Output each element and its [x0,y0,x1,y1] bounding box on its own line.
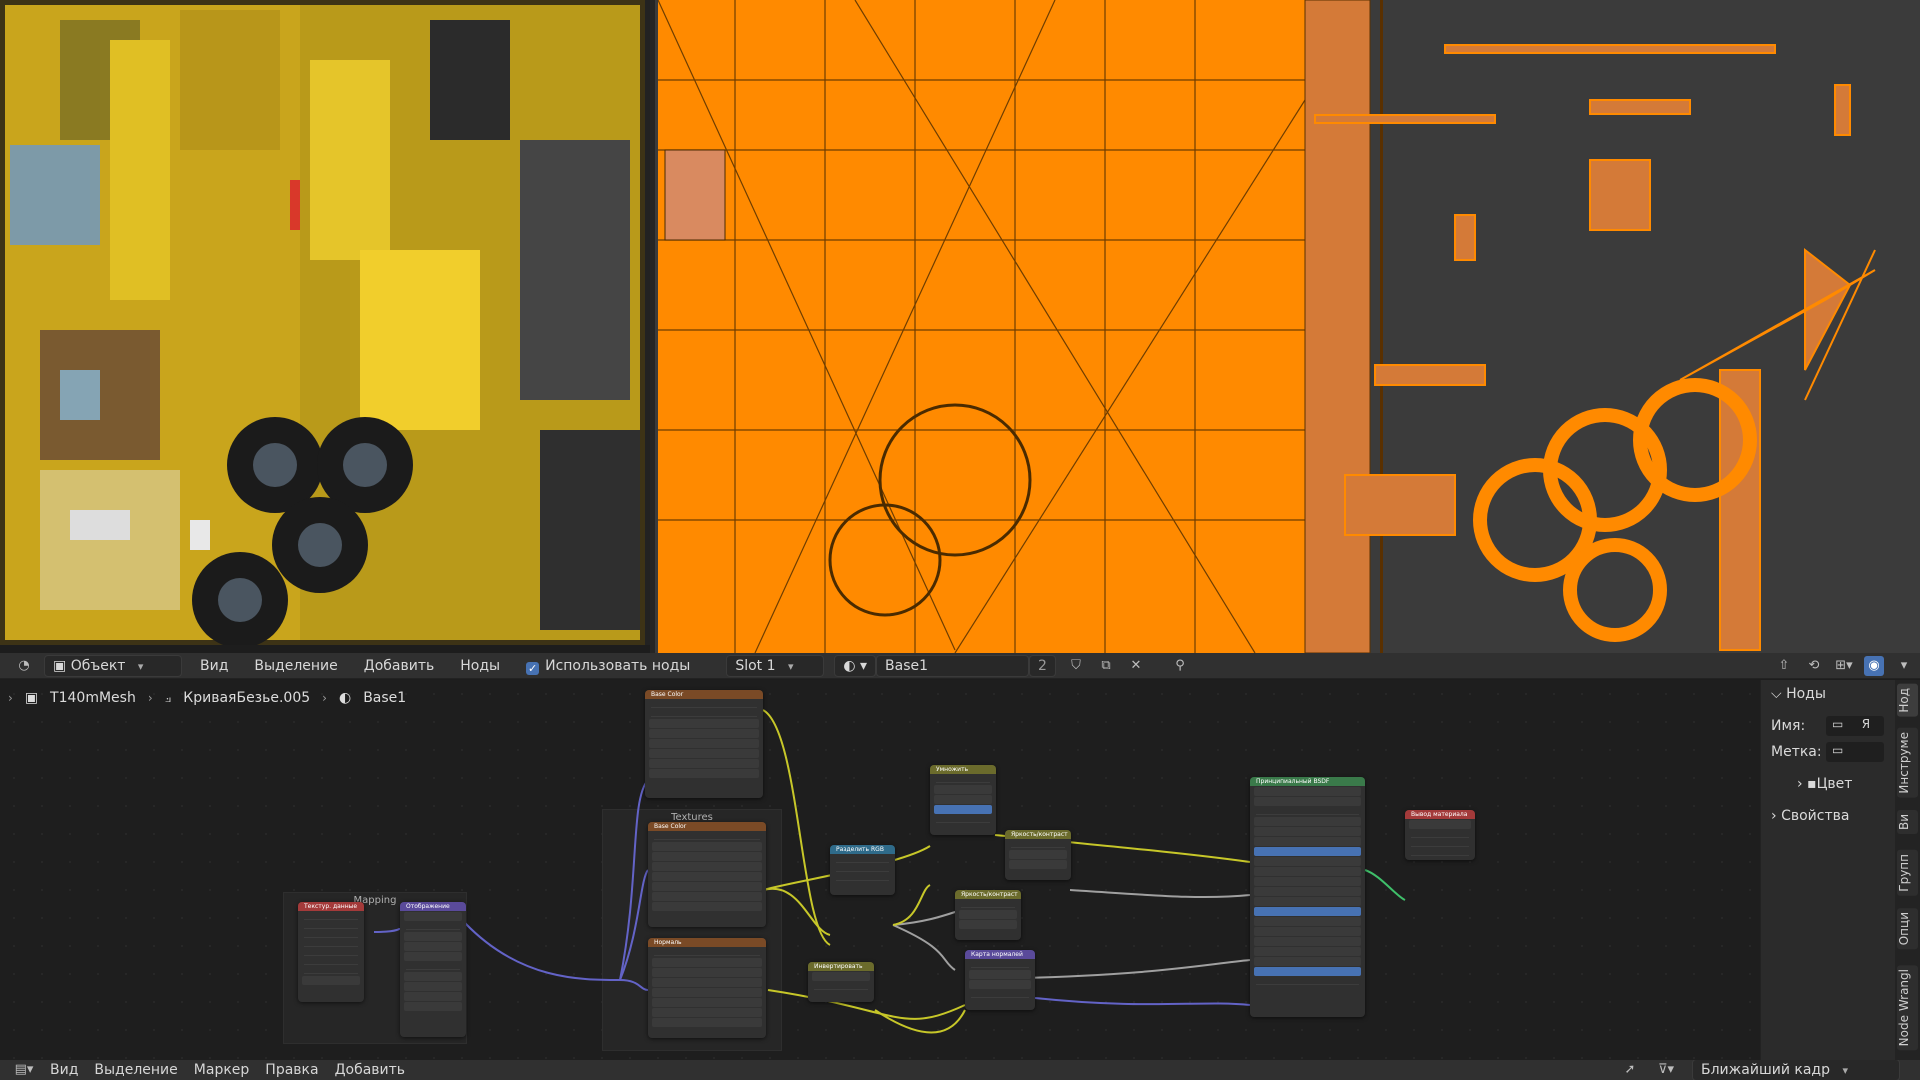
texture-image-view[interactable] [0,0,655,645]
pin-icon[interactable]: ⚲ [1170,656,1190,676]
fake-user-shield-icon[interactable]: ⛉ [1066,656,1086,676]
bottom-menu-marker[interactable]: Маркер [194,1062,250,1078]
interpolation-dropdown[interactable]: Ближайший кадр [1692,1060,1900,1080]
editor-type-icon[interactable]: ▤▾ [14,1060,34,1080]
node-texture-coordinate[interactable]: Текстур. данные [298,902,364,1002]
sidebar-tabs: Нод Инструме Ви Групп Опци Node Wrangl [1895,680,1920,1060]
menu-add[interactable]: Добавить [356,656,442,676]
overlay-icon[interactable]: ◉ [1864,655,1884,676]
node-material-output[interactable]: Вывод материала [1405,810,1475,860]
panel-node[interactable]: ⌵ Ноды [1771,686,1826,702]
unlink-close-icon[interactable]: ✕ [1126,656,1146,676]
chevron-right-icon: › [1771,808,1782,824]
backdrop-icon[interactable]: ⟲ [1804,656,1824,676]
node-header: Текстур. данные [298,902,364,911]
tab-view[interactable]: Ви [1897,810,1918,835]
material-name-field[interactable]: Base1 [876,654,1030,677]
tab-node-wrangler[interactable]: Node Wrangl [1897,965,1918,1051]
node-header: Принципиальный BSDF [1250,777,1365,786]
menu-nodes[interactable]: Ноды [452,656,508,676]
name-label: Имя: [1771,718,1806,734]
node-icon: ▭ [1832,743,1844,757]
editor-type-icon[interactable]: ◔ [14,656,34,676]
node-header: Разделить RGB [830,845,895,854]
select-cursor-icon[interactable]: ➚ [1620,1060,1640,1080]
chevron-down-icon: ⌵ [1771,686,1787,702]
node-invert[interactable]: Инвертировать [808,962,874,1002]
uv-islands [655,0,1920,653]
node-header: Нормаль [648,938,766,947]
mode-dropdown[interactable]: ▣ Объект [44,654,182,677]
name-field[interactable]: ▭ Я [1826,716,1884,736]
menu-select[interactable]: Выделение [246,656,345,676]
node-principled-bsdf[interactable]: Принципиальный BSDF [1250,777,1365,1017]
uv-editor-view[interactable] [655,0,1920,653]
node-base-color-top[interactable]: Base Color [645,690,763,798]
bottom-menu-add[interactable]: Добавить [335,1062,405,1078]
node-header: Вывод материала [1405,810,1475,819]
node-editor-header: ◔ ▣ Объект Вид Выделение Добавить Ноды ✓… [0,653,1920,679]
node-brightness-contrast-1[interactable]: Яркость/контраст [1005,830,1071,880]
bottom-menu-view[interactable]: Вид [50,1062,78,1078]
label-field[interactable]: ▭ [1826,742,1884,762]
use-nodes-toggle[interactable]: ✓ Использовать ноды [518,656,698,676]
node-header: Base Color [645,690,763,699]
node-base-color-mid[interactable]: Base Color [648,822,766,927]
node-normal-map[interactable]: Карта нормалей [965,950,1035,1010]
material-browse-button[interactable]: ◐ ▾ [834,654,877,677]
tab-options[interactable]: Опци [1897,908,1918,950]
node-separate-rgb[interactable]: Разделить RGB [830,845,895,895]
material-sphere-icon: ◐ ▾ [843,657,868,674]
checkbox-icon: ✓ [526,661,540,675]
node-sidebar: ⌵ Ноды Имя: ▭ Я Метка: ▭ › ▪Цвет › Свойс… [1760,680,1896,1060]
filter-icon[interactable]: ⊽▾ [1656,1060,1676,1080]
bottom-menu-edit[interactable]: Правка [265,1062,318,1078]
node-multiply[interactable]: Умножить [930,765,996,835]
node-brightness-contrast-2[interactable]: Яркость/контраст [955,890,1021,940]
node-header: Инвертировать [808,962,874,971]
node-header: Яркость/контраст [955,890,1021,899]
node-icon: ▭ [1832,717,1844,731]
tab-tool[interactable]: Инструме [1897,728,1918,798]
node-normal-texture[interactable]: Нормаль [648,938,766,1038]
chevron-right-icon: › [1797,776,1808,792]
overlay-dropdown-icon[interactable]: ▾ [1894,656,1914,676]
node-header: Карта нормалей [965,950,1035,959]
node-header: Яркость/контраст [1005,830,1071,839]
node-header: Умножить [930,765,996,774]
node-header: Base Color [648,822,766,831]
slot-dropdown[interactable]: Slot 1 [726,654,825,677]
cube-icon: ▣ [53,657,71,674]
texture-atlas-image [0,0,655,645]
snap-icon[interactable]: ⊞▾ [1834,656,1854,676]
duplicate-material-icon[interactable]: ⧉ [1096,656,1116,676]
node-mapping[interactable]: Отображение [400,902,466,1037]
node-editor-canvas[interactable]: › ▣ T140mMesh › ⟓ КриваяБезье.005 › ◐ Ba… [0,680,1760,1060]
checkbox-icon: ▪ [1807,776,1817,792]
tab-node[interactable]: Нод [1897,684,1918,717]
color-subpanel[interactable]: › ▪Цвет [1797,776,1852,792]
material-users-count[interactable]: 2 [1029,654,1056,677]
bottom-menu-select[interactable]: Выделение [94,1062,177,1078]
parent-node-tree-icon[interactable]: ⇧ [1774,656,1794,676]
tab-group[interactable]: Групп [1897,850,1918,896]
menu-view[interactable]: Вид [192,656,236,676]
properties-panel[interactable]: › Свойства [1771,808,1849,824]
timeline-header: ▤▾ Вид Выделение Маркер Правка Добавить … [0,1060,1920,1080]
node-header: Отображение [400,902,466,911]
label-label: Метка: [1771,744,1822,760]
